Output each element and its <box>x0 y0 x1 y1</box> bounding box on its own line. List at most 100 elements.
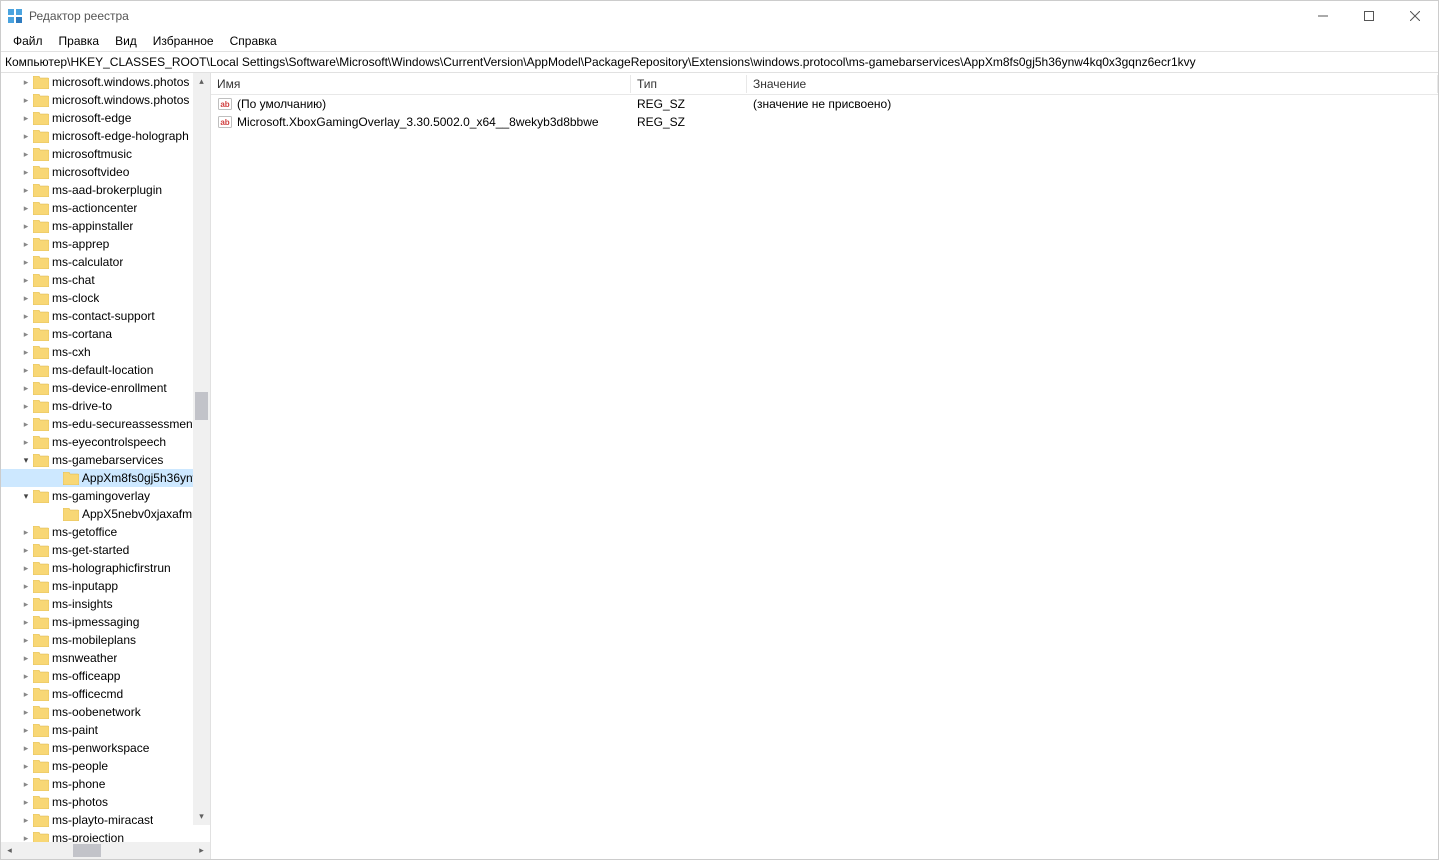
tree-item[interactable]: microsoft-edge-holograph <box>1 127 210 145</box>
tree-item[interactable]: msnweather <box>1 649 210 667</box>
chevron-icon[interactable] <box>19 132 33 141</box>
chevron-icon[interactable] <box>19 204 33 213</box>
value-row[interactable]: abMicrosoft.XboxGamingOverlay_3.30.5002.… <box>211 113 1438 131</box>
chevron-icon[interactable] <box>19 402 33 411</box>
chevron-icon[interactable] <box>19 654 33 663</box>
chevron-icon[interactable] <box>19 168 33 177</box>
chevron-icon[interactable] <box>19 726 33 735</box>
chevron-icon[interactable] <box>19 762 33 771</box>
tree-item[interactable]: ms-getoffice <box>1 523 210 541</box>
address-input[interactable] <box>1 53 1438 71</box>
tree-item[interactable]: ms-eyecontrolspeech <box>1 433 210 451</box>
tree-item[interactable]: ms-holographicfirstrun <box>1 559 210 577</box>
chevron-icon[interactable] <box>19 276 33 285</box>
tree-item[interactable]: ms-inputapp <box>1 577 210 595</box>
registry-tree[interactable]: microsoft.windows.photosmicrosoft.window… <box>1 73 210 842</box>
chevron-icon[interactable] <box>19 438 33 447</box>
tree-item[interactable]: ms-mobileplans <box>1 631 210 649</box>
chevron-icon[interactable] <box>19 798 33 807</box>
chevron-icon[interactable] <box>19 114 33 123</box>
tree-item[interactable]: ms-chat <box>1 271 210 289</box>
scroll-thumb[interactable] <box>195 392 208 420</box>
chevron-icon[interactable] <box>19 330 33 339</box>
chevron-icon[interactable] <box>19 492 33 501</box>
tree-item[interactable]: ms-gamingoverlay <box>1 487 210 505</box>
minimize-button[interactable] <box>1300 1 1346 31</box>
chevron-icon[interactable] <box>19 744 33 753</box>
chevron-icon[interactable] <box>19 834 33 843</box>
chevron-icon[interactable] <box>19 384 33 393</box>
tree-item[interactable]: ms-cortana <box>1 325 210 343</box>
scroll-left-button[interactable]: ◂ <box>1 842 18 859</box>
tree-item[interactable]: ms-ipmessaging <box>1 613 210 631</box>
tree-item[interactable]: ms-oobenetwork <box>1 703 210 721</box>
menu-help[interactable]: Справка <box>222 32 285 50</box>
chevron-icon[interactable] <box>19 564 33 573</box>
tree-item[interactable]: ms-photos <box>1 793 210 811</box>
menu-edit[interactable]: Правка <box>51 32 108 50</box>
tree-item[interactable]: ms-contact-support <box>1 307 210 325</box>
maximize-button[interactable] <box>1346 1 1392 31</box>
chevron-icon[interactable] <box>19 600 33 609</box>
tree-item[interactable]: ms-gamebarservices <box>1 451 210 469</box>
tree-item[interactable]: ms-playto-miracast <box>1 811 210 829</box>
tree-item[interactable]: ms-paint <box>1 721 210 739</box>
scroll-down-button[interactable]: ▾ <box>193 808 210 825</box>
scroll-up-button[interactable]: ▴ <box>193 73 210 90</box>
tree-item[interactable]: ms-phone <box>1 775 210 793</box>
tree-item[interactable]: microsoft.windows.photos <box>1 91 210 109</box>
chevron-icon[interactable] <box>19 582 33 591</box>
tree-item[interactable]: AppX5nebv0xjaxafmmr: <box>1 505 210 523</box>
chevron-icon[interactable] <box>19 528 33 537</box>
tree-item[interactable]: ms-drive-to <box>1 397 210 415</box>
chevron-icon[interactable] <box>19 636 33 645</box>
tree-item[interactable]: ms-people <box>1 757 210 775</box>
tree-item[interactable]: ms-calculator <box>1 253 210 271</box>
tree-item[interactable]: ms-apprep <box>1 235 210 253</box>
chevron-icon[interactable] <box>19 150 33 159</box>
values-list[interactable]: ab(По умолчанию)REG_SZ(значение не присв… <box>211 95 1438 859</box>
tree-item[interactable]: ms-projection <box>1 829 210 842</box>
value-row[interactable]: ab(По умолчанию)REG_SZ(значение не присв… <box>211 95 1438 113</box>
tree-item[interactable]: ms-actioncenter <box>1 199 210 217</box>
menu-view[interactable]: Вид <box>107 32 145 50</box>
chevron-icon[interactable] <box>19 618 33 627</box>
tree-item[interactable]: AppXm8fs0gj5h36ynw4l <box>1 469 210 487</box>
tree-item[interactable]: ms-officeapp <box>1 667 210 685</box>
chevron-icon[interactable] <box>19 240 33 249</box>
hscroll-track[interactable] <box>18 842 193 859</box>
chevron-icon[interactable] <box>19 294 33 303</box>
tree-item[interactable]: ms-insights <box>1 595 210 613</box>
chevron-icon[interactable] <box>19 222 33 231</box>
chevron-icon[interactable] <box>19 672 33 681</box>
chevron-icon[interactable] <box>19 312 33 321</box>
tree-item[interactable]: microsoft.windows.photos <box>1 73 210 91</box>
tree-item[interactable]: ms-default-location <box>1 361 210 379</box>
tree-item[interactable]: ms-aad-brokerplugin <box>1 181 210 199</box>
tree-item[interactable]: microsoft-edge <box>1 109 210 127</box>
scroll-track[interactable] <box>193 90 210 808</box>
tree-item[interactable]: ms-get-started <box>1 541 210 559</box>
tree-item[interactable]: ms-cxh <box>1 343 210 361</box>
tree-item[interactable]: ms-clock <box>1 289 210 307</box>
chevron-icon[interactable] <box>19 546 33 555</box>
scroll-right-button[interactable]: ▸ <box>193 842 210 859</box>
chevron-icon[interactable] <box>19 366 33 375</box>
chevron-icon[interactable] <box>19 708 33 717</box>
chevron-icon[interactable] <box>19 420 33 429</box>
chevron-icon[interactable] <box>19 258 33 267</box>
chevron-icon[interactable] <box>19 186 33 195</box>
tree-item[interactable]: ms-device-enrollment <box>1 379 210 397</box>
hscroll-thumb[interactable] <box>73 844 101 857</box>
col-name[interactable]: Имя <box>211 75 631 93</box>
chevron-icon[interactable] <box>19 690 33 699</box>
chevron-icon[interactable] <box>19 816 33 825</box>
tree-item[interactable]: microsoftmusic <box>1 145 210 163</box>
chevron-icon[interactable] <box>19 780 33 789</box>
tree-hscrollbar[interactable]: ◂ ▸ <box>1 842 210 859</box>
tree-item[interactable]: ms-appinstaller <box>1 217 210 235</box>
close-button[interactable] <box>1392 1 1438 31</box>
col-type[interactable]: Тип <box>631 75 747 93</box>
menu-favorites[interactable]: Избранное <box>145 32 222 50</box>
chevron-icon[interactable] <box>19 78 33 87</box>
